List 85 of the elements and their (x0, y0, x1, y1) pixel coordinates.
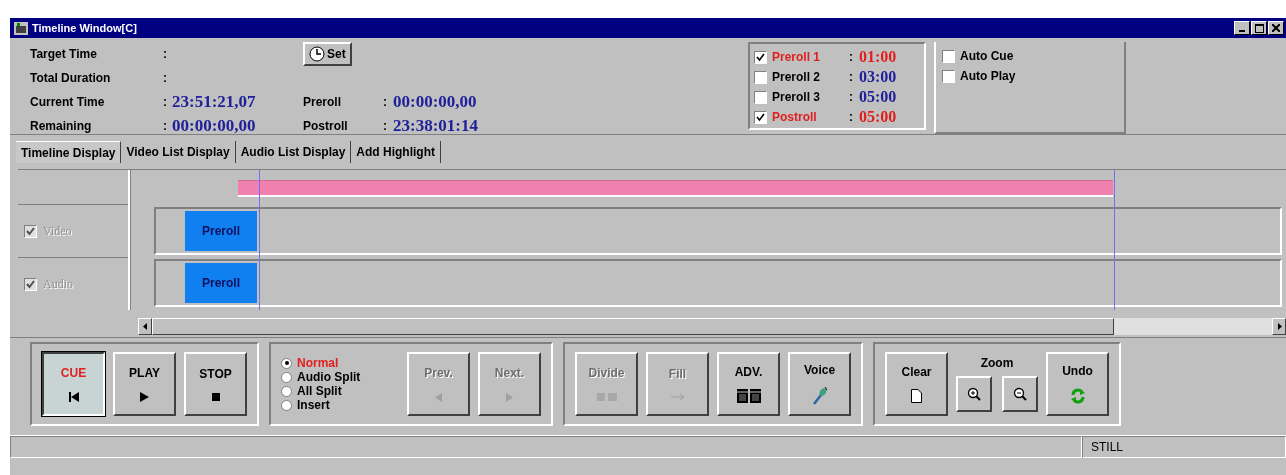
field-label: Total Duration (30, 71, 112, 85)
checkbox-label: Auto Cue (960, 49, 1014, 63)
film-icon (736, 389, 761, 404)
colon: : (163, 71, 168, 85)
zoom-out-button[interactable] (1002, 376, 1038, 412)
colon: : (163, 47, 168, 61)
refresh-icon (1069, 388, 1086, 404)
colon: : (383, 119, 387, 133)
colon: : (849, 50, 854, 64)
undo-button[interactable]: Undo (1046, 352, 1109, 416)
edit-button[interactable]: ADV. (717, 352, 780, 416)
colon: : (383, 95, 387, 109)
close-button[interactable] (1268, 21, 1284, 35)
clock-icon (309, 46, 325, 62)
roll-time: 01:00 (859, 48, 897, 66)
colon: : (163, 95, 168, 109)
colon: : (163, 119, 168, 133)
radio-label: All Split (297, 384, 342, 398)
field-label: Current Time (30, 95, 106, 109)
radio-button[interactable] (281, 371, 292, 383)
checkbox[interactable] (754, 70, 767, 84)
maximize-button[interactable] (1251, 21, 1267, 35)
colon: : (849, 90, 854, 104)
field-label: Preroll (303, 95, 341, 109)
roll-time: 05:00 (859, 88, 897, 106)
clear-button[interactable]: Clear (885, 352, 948, 416)
checkbox[interactable] (754, 50, 767, 64)
field-label: Remaining (30, 119, 93, 133)
checkbox-label: Auto Play (960, 69, 1016, 83)
window-title: Timeline Window[C] (32, 22, 137, 34)
checkbox[interactable] (754, 90, 767, 104)
time-value: 00:00:00,00 (172, 116, 256, 135)
roll-label: Postroll (772, 110, 818, 124)
time-value: 00:00:00,00 (393, 92, 477, 111)
horizontal-scrollbar[interactable] (138, 318, 1286, 335)
left-triangle-icon (435, 392, 442, 402)
roll-time: 03:00 (859, 68, 897, 86)
radio-button[interactable] (281, 399, 292, 411)
status-mode: STILL (1082, 436, 1286, 458)
track-label: Video (43, 223, 72, 239)
edit-button[interactable]: Voice (788, 352, 851, 416)
radio-label: Normal (297, 356, 339, 370)
maximize-icon (1254, 23, 1264, 33)
right-triangle-icon (506, 392, 513, 402)
zoom-out-icon (1013, 387, 1027, 401)
radio-label: Insert (297, 398, 330, 412)
scroll-left-button[interactable] (138, 318, 152, 335)
tab[interactable]: Timeline Display (16, 141, 122, 163)
right-arrow-icon (1276, 323, 1282, 330)
colon: : (849, 110, 854, 124)
checkbox[interactable] (754, 110, 767, 124)
zoom-in-button[interactable] (956, 376, 992, 412)
stop-icon (211, 393, 220, 402)
field-label: Postroll (303, 119, 348, 133)
play-icon (140, 392, 149, 402)
radio-label: Audio Split (297, 370, 361, 384)
time-value: 23:38:01:14 (393, 116, 478, 135)
left-arrow-icon (142, 323, 148, 330)
minimize-button[interactable] (1234, 21, 1250, 35)
time-value: 23:51:21,07 (172, 92, 256, 111)
checkbox[interactable] (942, 69, 955, 83)
transport-button[interactable]: PLAY (113, 352, 176, 416)
zoom-label: Zoom (980, 356, 1014, 370)
right-arrow-icon (670, 393, 685, 402)
page-icon (911, 389, 922, 404)
scroll-right-button[interactable] (1272, 318, 1286, 335)
transport-button[interactable]: STOP (184, 352, 247, 416)
roll-time: 05:00 (859, 108, 897, 126)
roll-label: Preroll 1 (772, 50, 822, 64)
set-button[interactable]: Set (303, 42, 352, 66)
colon: : (849, 70, 854, 84)
app-icon (14, 21, 28, 35)
zoom-in-icon (967, 387, 981, 401)
checkbox[interactable] (942, 49, 955, 63)
radio-button[interactable] (281, 385, 292, 397)
scroll-thumb[interactable] (152, 318, 1114, 335)
skip-start-icon (68, 392, 79, 402)
microphone-icon (811, 386, 828, 405)
roll-label: Preroll 2 (772, 70, 822, 84)
radio-button[interactable] (281, 357, 292, 369)
close-icon (1272, 24, 1280, 32)
split-blocks-icon (596, 392, 617, 402)
roll-label: Preroll 3 (772, 90, 822, 104)
track-label: Audio (43, 276, 73, 292)
field-label: Target Time (30, 47, 98, 61)
